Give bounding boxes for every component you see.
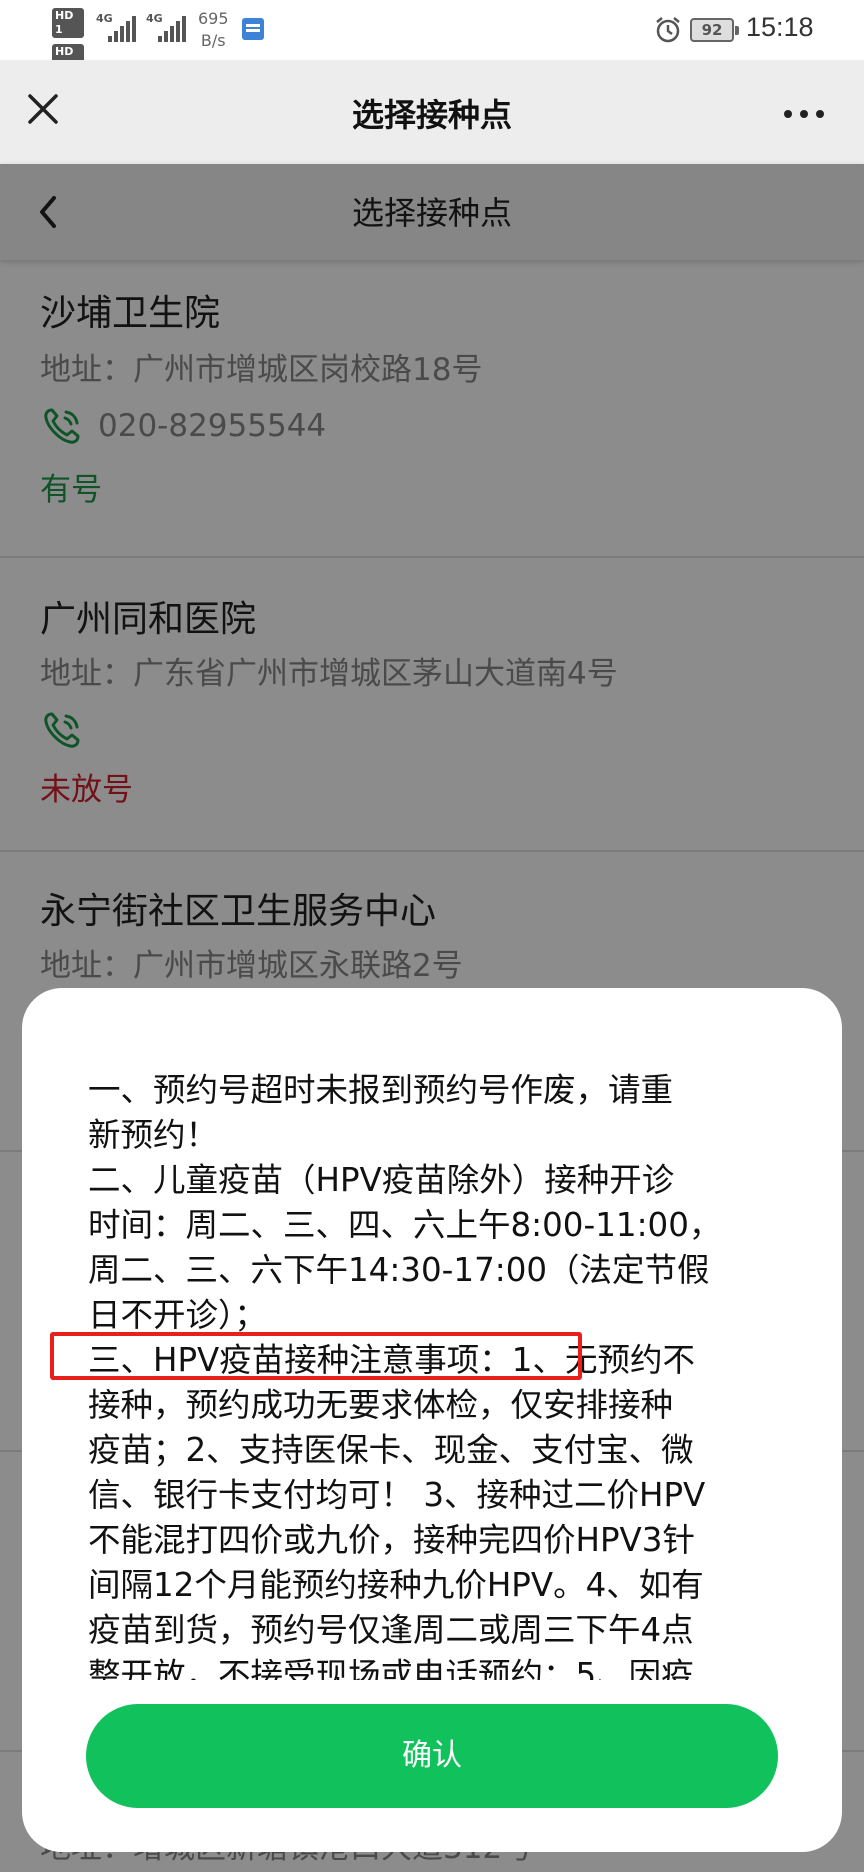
hd-badges: HD 1 HD 2: [52, 8, 88, 74]
nav-title: 选择接种点: [351, 96, 512, 134]
wechat-nav-bar: 选择接种点: [0, 60, 864, 164]
notice-text[interactable]: 一、预约号超时未报到预约号作废，请重 新预约！ 二、儿童疫苗（HPV疫苗除外）接种开…: [88, 1068, 792, 1680]
battery-icon: 92: [690, 18, 739, 42]
notice-line: 信、银行卡支付均可！ 3、接种过二价HPV: [88, 1476, 706, 1514]
alarm-icon: [654, 16, 682, 44]
net-speed-unit: B/s: [200, 31, 226, 50]
notice-line: 疫苗到货，预约号仅逢周二或周三下午4点: [88, 1611, 694, 1649]
notice-line: 间隔12个月能预约接种九价HPV。4、如有: [88, 1566, 704, 1604]
confirm-button[interactable]: 确认: [86, 1704, 778, 1808]
notice-line: 日不开诊）；: [88, 1296, 267, 1334]
notice-dialog: 一、预约号超时未报到预约号作废，请重 新预约！ 二、儿童疫苗（HPV疫苗除外）接种开…: [22, 988, 842, 1852]
battery-level: 92: [701, 21, 723, 39]
notice-line: 接种，预约成功无要求体检，仅安排接种: [88, 1386, 674, 1424]
app-notification-icon: [242, 18, 264, 40]
notice-line: 周二、三、六下午14:30-17:00（法定节假: [88, 1251, 710, 1289]
notice-line: 不能混打四价或九价，接种完四价HPV3针: [88, 1521, 695, 1559]
notice-line: 疫苗；2、支持医保卡、现金、支付宝、微: [88, 1431, 694, 1469]
notice-line: 新预约！: [88, 1116, 219, 1154]
notice-line: 三、HPV疫苗接种注意事项：1、无预约不: [88, 1341, 695, 1379]
hd1-badge: HD 1: [52, 8, 84, 38]
net-speed: 695 B/s: [198, 8, 229, 52]
more-button[interactable]: [776, 92, 832, 132]
signal-strength-2-icon: 4G: [146, 12, 194, 42]
net-speed-value: 695: [198, 9, 229, 28]
status-bar: HD 1 HD 2 4G 4G 695 B/s 92 15:18: [0, 0, 864, 74]
notice-line: 一、预约号超时未报到预约号作废，请重: [88, 1071, 674, 1109]
signal-strength-1-icon: 4G: [96, 12, 144, 42]
clock: 15:18: [746, 12, 814, 42]
more-dots-icon: [784, 110, 792, 118]
notice-line: 二、儿童疫苗（HPV疫苗除外）接种开诊: [88, 1161, 675, 1199]
notice-line: 整开放，不接受现场或电话预约；5、因疫: [88, 1656, 694, 1680]
notice-line: 时间：周二、三、四、六上午8:00-11:00，: [88, 1206, 722, 1244]
